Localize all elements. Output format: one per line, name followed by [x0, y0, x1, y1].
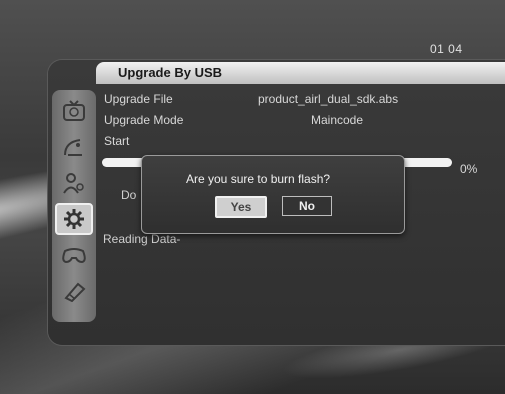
done-label: Do [121, 188, 137, 202]
sidebar [52, 90, 96, 322]
page-title: Upgrade By USB [118, 65, 223, 80]
progress-percent: 0% [460, 162, 478, 176]
user-icon[interactable] [56, 168, 92, 198]
clock: 01 04 [430, 42, 463, 56]
tv-icon[interactable] [56, 96, 92, 126]
usb-icon[interactable] [56, 276, 92, 306]
upgrade-file-label: Upgrade File [104, 92, 173, 106]
upgrade-file-value[interactable]: product_airl_dual_sdk.abs [258, 92, 398, 106]
no-button[interactable]: No [282, 196, 332, 216]
confirm-dialog: Are you sure to burn flash? Yes No [141, 155, 405, 234]
start-button[interactable]: Start [104, 134, 129, 148]
satellite-icon[interactable] [56, 132, 92, 162]
dialog-message: Are you sure to burn flash? [186, 172, 331, 186]
gamepad-icon[interactable] [56, 240, 92, 270]
upgrade-mode-value[interactable]: Maincode [311, 113, 363, 127]
tv-screen: 01 04 Upgrade By USB Upgrade File produc… [0, 0, 505, 394]
yes-button[interactable]: Yes [215, 196, 267, 218]
upgrade-mode-label: Upgrade Mode [104, 113, 184, 127]
gear-icon[interactable] [55, 203, 93, 235]
status-text: Reading Data- [103, 232, 181, 246]
